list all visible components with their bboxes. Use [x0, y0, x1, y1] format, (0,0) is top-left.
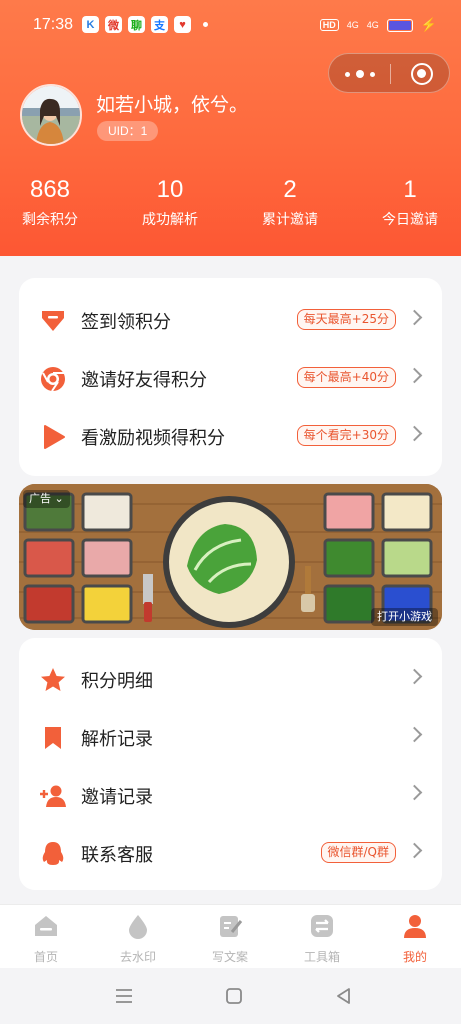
- chrome-icon: [41, 367, 65, 392]
- chevron-right-icon: [406, 842, 423, 859]
- menu-item-label: 解析记录: [81, 729, 153, 750]
- home-square-icon[interactable]: [222, 984, 246, 1008]
- stat-value: 1: [403, 176, 417, 203]
- menu-icon[interactable]: [112, 984, 136, 1008]
- chevron-right-icon: [406, 367, 423, 384]
- menu-item-invite-records[interactable]: 邀请记录: [19, 766, 442, 824]
- tab-label: 首页: [33, 950, 58, 964]
- open-minigame-button[interactable]: 打开小游戏: [371, 608, 438, 626]
- menu-item-label: 邀请好友得积分: [81, 370, 207, 391]
- more-icon[interactable]: [345, 66, 375, 82]
- tab-label: 我的: [402, 950, 427, 964]
- user-icon: [404, 915, 426, 938]
- tab-toolbox[interactable]: 工具箱: [276, 913, 368, 965]
- notification-icons: K 微 聊 支 ♥: [82, 16, 208, 33]
- tab-write-copy[interactable]: 写文案: [184, 913, 276, 965]
- stat-label: 剩余积分: [22, 212, 78, 228]
- menu-item-invite-friends[interactable]: 邀请好友得积分 每个最高+40分: [19, 349, 442, 407]
- drop-icon: [129, 915, 147, 939]
- chevron-right-icon: [406, 784, 423, 801]
- bookmark-icon: [45, 727, 61, 749]
- miniprogram-capsule: [328, 53, 450, 93]
- points-badge: 每天最高+25分: [296, 309, 396, 330]
- stat-label: 成功解析: [142, 212, 198, 228]
- add-user-icon: [40, 785, 66, 807]
- stat-total-invites[interactable]: 2 累计邀请: [240, 176, 340, 229]
- stat-today-invites[interactable]: 1 今日邀请: [360, 176, 460, 229]
- status-bar: 17:38 K 微 聊 支 ♥ HD 4G 4G ⚡: [0, 0, 461, 52]
- qq-icon: [42, 842, 64, 865]
- stat-label: 今日邀请: [382, 212, 438, 228]
- chevron-right-icon: [406, 309, 423, 326]
- charging-icon: ⚡: [420, 17, 437, 32]
- bottom-tab-bar: 首页 去水印 写文案 工具箱 我的: [0, 904, 461, 968]
- tab-label: 工具箱: [303, 950, 340, 964]
- battery-icon: [386, 18, 413, 32]
- hd-icon: HD: [319, 19, 339, 31]
- avatar-image: [22, 86, 80, 144]
- menu-item-label: 邀请记录: [81, 787, 153, 808]
- menu-item-parse-records[interactable]: 解析记录: [19, 708, 442, 766]
- close-target-icon[interactable]: [411, 63, 433, 85]
- records-card: 积分明细 解析记录 邀请记录 联系客服 微信群/Q群: [19, 638, 442, 890]
- signal-icon-2: 4G: [366, 20, 379, 30]
- system-nav-bar: [0, 968, 461, 1024]
- play-icon: [44, 425, 65, 449]
- menu-item-label: 看激励视频得积分: [81, 428, 225, 449]
- earn-points-card: 签到领积分 每天最高+25分 邀请好友得积分 每个最高+40分 看激励视频得积分…: [19, 278, 442, 476]
- chevron-right-icon: [406, 425, 423, 442]
- chevron-right-icon: [406, 668, 423, 685]
- map-notification-icon: ♥: [174, 16, 191, 33]
- back-icon[interactable]: [332, 984, 356, 1008]
- stat-points[interactable]: 868 剩余积分: [0, 176, 100, 229]
- menu-item-points-detail[interactable]: 积分明细: [19, 650, 442, 708]
- tab-home[interactable]: 首页: [0, 913, 92, 965]
- status-time: 17:38: [33, 16, 74, 33]
- contact-badge: 微信群/Q群: [320, 842, 396, 863]
- signal-icon: 4G: [346, 20, 359, 30]
- uid-badge: UID：1: [97, 121, 159, 141]
- ad-label[interactable]: 广告 ⌄: [23, 490, 70, 508]
- chevron-right-icon: [406, 726, 423, 743]
- menu-item-customer-service[interactable]: 联系客服 微信群/Q群: [19, 824, 442, 882]
- chat-notification-icon: 聊: [128, 16, 145, 33]
- star-icon: [41, 668, 65, 691]
- stat-value: 868: [29, 176, 71, 203]
- tab-label: 写文案: [211, 950, 248, 964]
- stat-parsed[interactable]: 10 成功解析: [120, 176, 220, 229]
- avatar[interactable]: [20, 84, 82, 146]
- stat-value: 2: [283, 176, 297, 203]
- username: 如若小城，依兮。: [96, 94, 249, 116]
- menu-item-watch-video[interactable]: 看激励视频得积分 每个看完+30分: [19, 407, 442, 465]
- game-ad-banner[interactable]: 广告 ⌄ 打开小游戏: [19, 484, 442, 630]
- menu-item-checkin[interactable]: 签到领积分 每天最高+25分: [19, 291, 442, 349]
- menu-item-label: 签到领积分: [81, 312, 171, 333]
- weibo-notification-icon: 微: [105, 16, 122, 33]
- alipay-notification-icon: 支: [151, 16, 168, 33]
- app-notification-icon: K: [82, 16, 99, 33]
- menu-item-label: 积分明细: [81, 671, 153, 692]
- tab-label: 去水印: [119, 950, 156, 964]
- status-right: HD 4G 4G ⚡: [319, 17, 437, 33]
- gift-icon: [42, 311, 64, 331]
- capsule-divider: [390, 64, 391, 84]
- toolbox-icon: [311, 915, 333, 937]
- tab-remove-watermark[interactable]: 去水印: [92, 913, 184, 965]
- points-badge: 每个看完+30分: [296, 425, 396, 446]
- edit-icon: [220, 916, 243, 937]
- home-icon: [35, 916, 57, 936]
- stat-label: 累计邀请: [262, 212, 318, 228]
- tab-me[interactable]: 我的: [369, 913, 461, 965]
- stat-value: 10: [156, 176, 184, 203]
- more-notifications-dot: [203, 22, 208, 27]
- points-badge: 每个最高+40分: [296, 367, 396, 388]
- menu-item-label: 联系客服: [81, 845, 153, 866]
